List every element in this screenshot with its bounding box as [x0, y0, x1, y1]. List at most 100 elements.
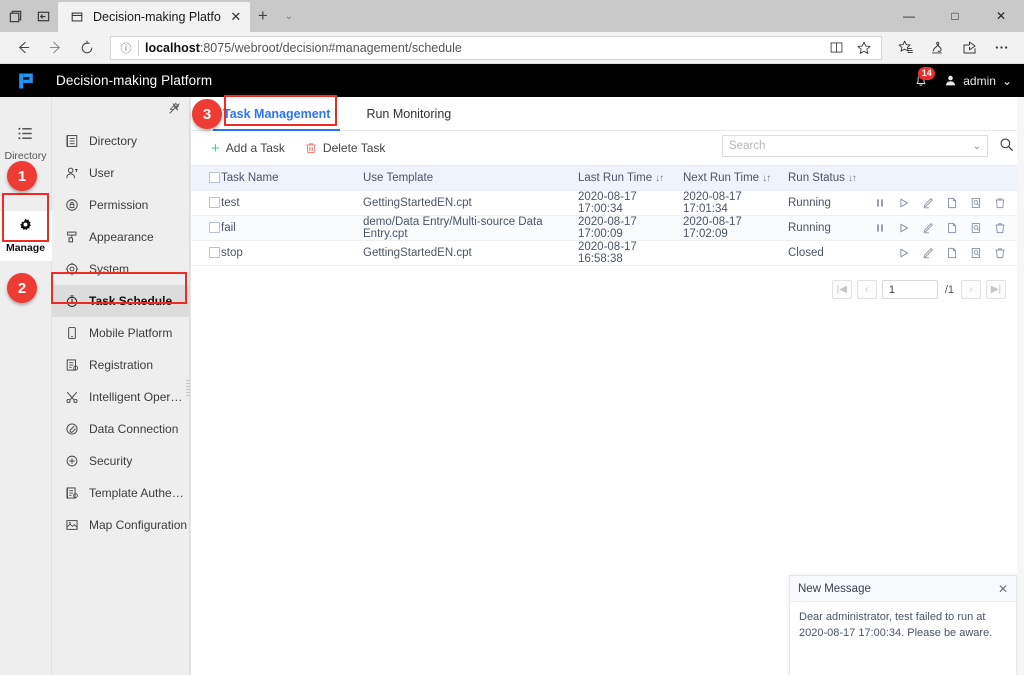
- share-icon[interactable]: [954, 34, 984, 62]
- sidebar-item-template-authentication[interactable]: Template Authentic...: [52, 477, 189, 509]
- prev-page-button[interactable]: ‹: [857, 280, 877, 299]
- search-chevron-down-icon[interactable]: ⌄: [973, 141, 981, 152]
- copy-icon[interactable]: [945, 247, 958, 260]
- delete-icon[interactable]: [993, 222, 1006, 235]
- pause-icon[interactable]: [873, 197, 886, 210]
- page-number-input[interactable]: 1: [882, 280, 938, 299]
- address-bar[interactable]: ⓘ localhost:8075/webroot/decision#manage…: [110, 36, 882, 60]
- copy-icon[interactable]: [945, 197, 958, 210]
- new-tab-button[interactable]: +: [250, 0, 276, 32]
- last-page-button[interactable]: ▶|: [986, 280, 1006, 299]
- favorite-star-icon[interactable]: [851, 37, 877, 59]
- sidebar-item-system[interactable]: System: [52, 253, 189, 285]
- sidebar-item-mobile-platform[interactable]: Mobile Platform: [52, 317, 189, 349]
- new-message-body: Dear administrator, test failed to run a…: [790, 602, 1016, 674]
- sidebar-item-intelligent-operations[interactable]: Intelligent Operations: [52, 381, 189, 413]
- browser-tab[interactable]: Decision-making Platfo ✕: [58, 2, 250, 32]
- close-tab-button[interactable]: ✕: [228, 9, 244, 25]
- cell-actions: [873, 216, 1024, 241]
- row-checkbox-cell[interactable]: [191, 216, 221, 241]
- delete-task-button[interactable]: Delete Task: [305, 141, 385, 155]
- sidebar-item-data-connection[interactable]: Data Connection: [52, 413, 189, 445]
- edit-icon[interactable]: [921, 197, 934, 210]
- play-icon[interactable]: [897, 197, 910, 210]
- favorites-hub-icon[interactable]: [890, 34, 920, 62]
- sidebar-item-permission[interactable]: Permission: [52, 189, 189, 221]
- log-icon[interactable]: [969, 222, 982, 235]
- play-icon[interactable]: [897, 222, 910, 235]
- app-header-right: 14 admin ⌄: [912, 72, 1012, 90]
- sidebar-item-directory[interactable]: Directory: [52, 125, 189, 157]
- tab-task-management[interactable]: Task Management: [217, 97, 336, 131]
- table-row[interactable]: test GettingStartedEN.cpt 2020-08-17 17:…: [191, 191, 1024, 216]
- header-use-template[interactable]: Use Template: [363, 166, 578, 191]
- site-info-icon[interactable]: ⓘ: [115, 37, 137, 59]
- table-row[interactable]: stop GettingStartedEN.cpt 2020-08-17 16:…: [191, 241, 1024, 266]
- sidebar-item-security[interactable]: Security: [52, 445, 189, 477]
- more-options-icon[interactable]: [986, 34, 1016, 62]
- back-button[interactable]: [8, 34, 38, 62]
- sidebar-item-task-schedule[interactable]: Task Schedule: [52, 285, 189, 317]
- user-name: admin: [963, 74, 996, 88]
- minimize-button[interactable]: —: [886, 0, 932, 32]
- user-menu[interactable]: admin ⌄: [944, 74, 1012, 88]
- log-icon[interactable]: [969, 247, 982, 260]
- sidebar-item-user[interactable]: User: [52, 157, 189, 189]
- tab-run-monitoring[interactable]: Run Monitoring: [360, 97, 457, 131]
- row-checkbox[interactable]: [209, 247, 220, 258]
- table-row[interactable]: fail demo/Data Entry/Multi-source Data E…: [191, 216, 1024, 241]
- close-icon[interactable]: ✕: [998, 582, 1008, 596]
- cell-use-template: demo/Data Entry/Multi-source Data Entry.…: [363, 216, 578, 241]
- system-icon: [64, 262, 79, 277]
- pause-icon[interactable]: [873, 222, 886, 235]
- sidebar-item-map-configuration[interactable]: Map Configuration: [52, 509, 189, 541]
- sidebar-item-appearance[interactable]: Appearance: [52, 221, 189, 253]
- next-page-button[interactable]: ›: [961, 280, 981, 299]
- search-input[interactable]: Search ⌄: [722, 135, 988, 157]
- close-window-button[interactable]: ✕: [978, 0, 1024, 32]
- main-content: Task Management Run Monitoring + Add a T…: [190, 97, 1024, 675]
- registration-icon: [64, 358, 79, 373]
- rail-item-manage[interactable]: Manage: [0, 211, 52, 261]
- add-task-button[interactable]: + Add a Task: [211, 141, 285, 156]
- header-next-run-time[interactable]: Next Run Time↓↑: [683, 166, 788, 191]
- forward-button[interactable]: [40, 34, 70, 62]
- reading-view-icon[interactable]: [823, 37, 849, 59]
- reload-button[interactable]: [72, 34, 102, 62]
- header-last-run-time[interactable]: Last Run Time↓↑: [578, 166, 683, 191]
- app-logo-icon: [16, 71, 36, 91]
- unpin-icon[interactable]: [168, 102, 181, 118]
- tab-list-chevron-icon[interactable]: ⌄: [276, 0, 302, 32]
- edit-icon[interactable]: [921, 222, 934, 235]
- set-tabs-aside-icon[interactable]: [34, 7, 52, 25]
- content-scroll-gutter[interactable]: [1017, 97, 1024, 675]
- sort-icon[interactable]: ↓↑: [655, 173, 663, 184]
- sidebar-item-system-label: System: [89, 262, 129, 276]
- user-icon: [64, 166, 79, 181]
- search-icon[interactable]: [999, 137, 1014, 155]
- sort-icon[interactable]: ↓↑: [848, 173, 856, 184]
- header-select-all[interactable]: [191, 166, 221, 191]
- select-all-checkbox[interactable]: [209, 172, 220, 183]
- play-icon[interactable]: [897, 247, 910, 260]
- web-notes-icon[interactable]: [922, 34, 952, 62]
- tab-preview-icon[interactable]: [6, 7, 24, 25]
- delete-icon[interactable]: [993, 197, 1006, 210]
- header-task-name[interactable]: Task Name: [221, 166, 363, 191]
- browser-toolbar: ⓘ localhost:8075/webroot/decision#manage…: [0, 32, 1024, 64]
- maximize-button[interactable]: □: [932, 0, 978, 32]
- sidebar-item-registration[interactable]: Registration: [52, 349, 189, 381]
- copy-icon[interactable]: [945, 222, 958, 235]
- delete-icon[interactable]: [993, 247, 1006, 260]
- edit-icon[interactable]: [921, 247, 934, 260]
- first-page-button[interactable]: |◀: [832, 280, 852, 299]
- log-icon[interactable]: [969, 197, 982, 210]
- sort-icon[interactable]: ↓↑: [762, 173, 770, 184]
- row-checkbox-cell[interactable]: [191, 191, 221, 216]
- body-area: Directory Manage Directory: [0, 97, 1024, 675]
- header-run-status[interactable]: Run Status↓↑: [788, 166, 873, 191]
- row-checkbox[interactable]: [209, 197, 220, 208]
- row-checkbox-cell[interactable]: [191, 241, 221, 266]
- notifications-bell[interactable]: 14: [912, 72, 930, 90]
- row-checkbox[interactable]: [209, 222, 220, 233]
